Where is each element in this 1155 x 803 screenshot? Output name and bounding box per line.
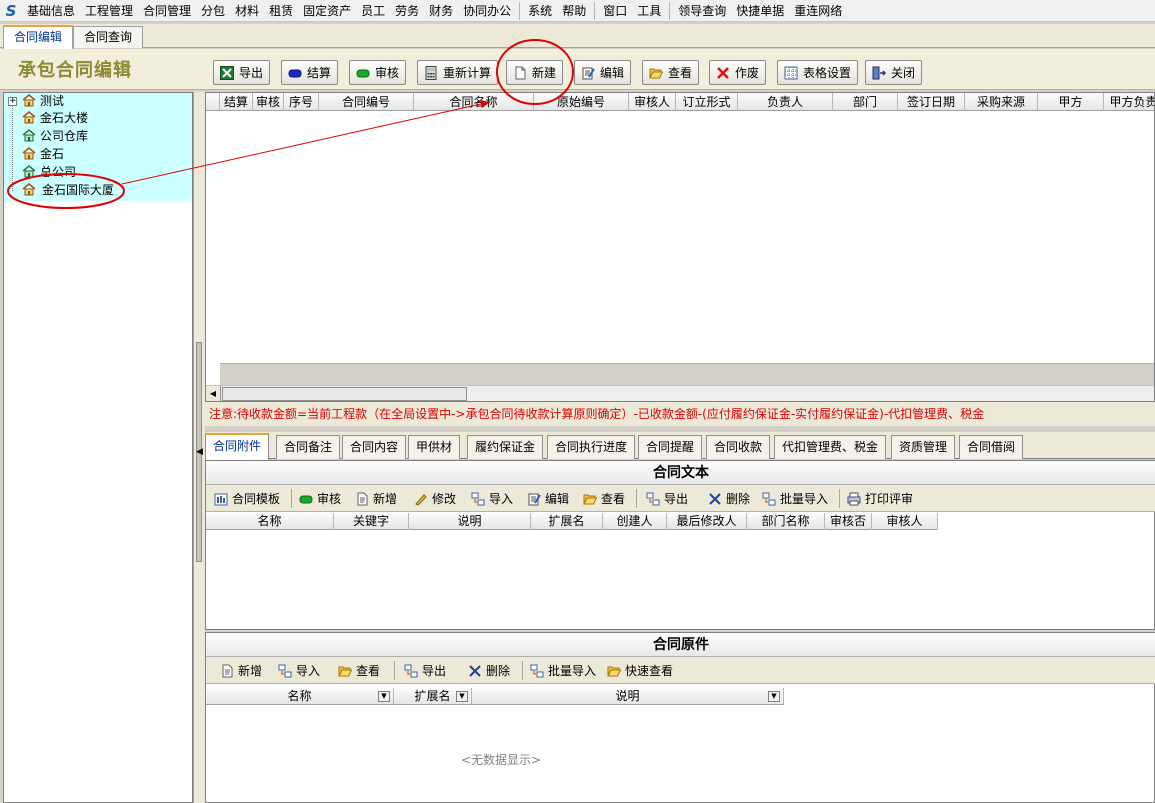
annotation-circle-node: [7, 173, 125, 209]
annotation-circle-new: [496, 39, 574, 105]
annotation-overlay: [7, 39, 574, 209]
annotation-arrowhead: [480, 100, 490, 108]
annotation-arrow-line: [121, 101, 491, 185]
